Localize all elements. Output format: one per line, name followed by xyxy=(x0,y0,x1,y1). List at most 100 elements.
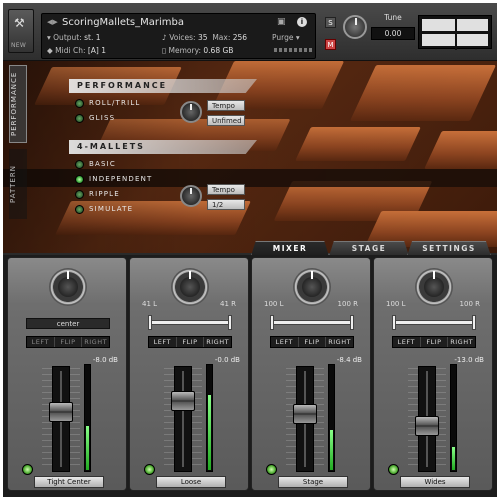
stereo-width-slider[interactable] xyxy=(270,315,354,331)
voices-field: ♪ Voices: 35 Max: 256 xyxy=(162,33,248,42)
solo-button[interactable]: S xyxy=(325,17,336,28)
pan-right-label: 100 R xyxy=(337,300,358,308)
channel-enable-led[interactable] xyxy=(388,464,399,475)
led-icon xyxy=(75,114,84,123)
pan-left-label: 100 L xyxy=(264,300,284,308)
option-gliss[interactable]: GLISS xyxy=(75,113,115,124)
flip-button[interactable]: FLIP xyxy=(177,337,205,347)
volume-fader-handle[interactable] xyxy=(171,391,195,412)
led-icon xyxy=(75,160,84,169)
purge-dropdown[interactable]: Purge ▾ xyxy=(272,33,300,42)
midi-icon: ◆ xyxy=(47,46,53,55)
right-button[interactable]: RIGHT xyxy=(448,337,475,347)
pan-left-label: 100 L xyxy=(386,300,406,308)
option-simulate[interactable]: SIMULATE xyxy=(75,204,133,215)
tab-mixer[interactable]: MIXER xyxy=(251,241,329,256)
left-button[interactable]: LEFT xyxy=(393,337,421,347)
info-icon[interactable]: i xyxy=(297,17,307,27)
memory-field: ▯ Memory: 0.68 GB xyxy=(162,46,234,55)
tab-stage[interactable]: STAGE xyxy=(329,241,409,256)
pan-left-label: 41 L xyxy=(142,300,158,308)
channel-name[interactable]: Loose xyxy=(156,476,226,488)
width-handle-left[interactable] xyxy=(270,315,274,330)
flip-button[interactable]: FLIP xyxy=(421,337,449,347)
channel-enable-led[interactable] xyxy=(266,464,277,475)
mallets-division-select[interactable]: 1/2 xyxy=(207,199,245,210)
pan-right-label: 41 R xyxy=(220,300,236,308)
pan-knob-cap xyxy=(58,277,78,297)
left-flip-right-selector: LEFT FLIP RIGHT xyxy=(392,336,476,348)
volume-fader-handle[interactable] xyxy=(49,402,73,422)
stereo-width-slider[interactable] xyxy=(148,315,232,331)
tool-label: NEW xyxy=(11,42,27,49)
width-handle-right[interactable] xyxy=(472,315,476,330)
pan-knob[interactable] xyxy=(49,268,87,306)
volume-fader-track[interactable] xyxy=(174,366,192,472)
option-ripple[interactable]: RIPPLE xyxy=(75,189,120,200)
channel-name[interactable]: Stage xyxy=(278,476,348,488)
tune-value[interactable]: 0.00 xyxy=(371,27,415,40)
width-handle-left[interactable] xyxy=(148,315,152,330)
db-readout: -13.0 dB xyxy=(454,356,484,364)
led-icon xyxy=(75,205,84,214)
mallets-tempo-select[interactable]: Tempo xyxy=(207,184,245,195)
output-arrow-icon: ▾ xyxy=(47,33,51,42)
instrument-panel: ⚒ NEW ◀▶ ScoringMallets_Marimba ▾ Output… xyxy=(3,3,497,497)
side-tabs: PERFORMANCE PATTERN xyxy=(9,65,27,219)
channel-name[interactable]: Wides xyxy=(400,476,470,488)
mute-button[interactable]: M xyxy=(325,39,336,50)
pan-center-display: center xyxy=(26,318,110,329)
stereo-width-slider[interactable] xyxy=(392,315,476,331)
channel-strip: 100 L 100 R LEFT FLIP RIGHT -13.0 dB Wides xyxy=(373,257,493,491)
midi-channel-field[interactable]: ◆ Midi Ch: [A] 1 xyxy=(47,46,106,55)
channel-enable-led[interactable] xyxy=(22,464,33,475)
pan-knob-cap xyxy=(302,277,322,297)
pan-knob-indicator xyxy=(67,271,69,279)
volume-fader-handle[interactable] xyxy=(293,403,317,424)
option-basic[interactable]: BASIC xyxy=(75,159,116,170)
pan-knob-cap xyxy=(180,277,200,297)
width-handle-left[interactable] xyxy=(392,315,396,330)
channel-enable-led[interactable] xyxy=(144,464,155,475)
instrument-info-box: ◀▶ ScoringMallets_Marimba ▾ Output: st. … xyxy=(41,13,316,59)
left-button[interactable]: LEFT xyxy=(149,337,177,347)
pan-knob[interactable] xyxy=(293,268,331,306)
output-field[interactable]: ▾ Output: st. 1 xyxy=(47,33,101,42)
flip-button[interactable]: FLIP xyxy=(299,337,327,347)
performance-knob[interactable] xyxy=(180,101,202,123)
camera-icon[interactable]: ▣ xyxy=(277,17,286,27)
flip-button[interactable]: FLIP xyxy=(55,337,83,347)
tab-settings[interactable]: SETTINGS xyxy=(407,241,491,256)
pan-knob[interactable] xyxy=(171,268,209,306)
option-independent[interactable]: INDEPENDENT xyxy=(75,174,153,185)
left-button[interactable]: LEFT xyxy=(27,337,55,347)
voices-icon: ♪ xyxy=(162,33,167,42)
channel-strip: center LEFT FLIP RIGHT -8.0 dB Tight Center xyxy=(7,257,127,491)
instrument-name[interactable]: ScoringMallets_Marimba xyxy=(62,17,184,28)
volume-fader-handle[interactable] xyxy=(415,415,439,436)
tune-knob[interactable] xyxy=(343,15,367,39)
pan-knob[interactable] xyxy=(415,268,453,306)
tool-button[interactable]: ⚒ NEW xyxy=(8,9,34,53)
mallets-knob[interactable] xyxy=(180,185,202,207)
led-icon xyxy=(75,175,84,184)
option-roll-trill[interactable]: ROLL/TRILL xyxy=(75,98,141,109)
instrument-nav-arrows-icon[interactable]: ◀▶ xyxy=(47,18,58,26)
level-meter xyxy=(206,364,213,472)
width-handle-right[interactable] xyxy=(228,315,232,330)
tab-performance[interactable]: PERFORMANCE xyxy=(9,65,27,143)
right-button[interactable]: RIGHT xyxy=(82,337,109,347)
wrench-icon: ⚒ xyxy=(14,16,25,30)
right-button[interactable]: RIGHT xyxy=(326,337,353,347)
tab-pattern[interactable]: PATTERN xyxy=(9,149,27,219)
meter-divider xyxy=(455,16,457,50)
performance-tempo-select[interactable]: Tempo xyxy=(207,100,245,111)
left-button[interactable]: LEFT xyxy=(271,337,299,347)
right-button[interactable]: RIGHT xyxy=(204,337,231,347)
pan-knob-cap xyxy=(424,277,444,297)
db-readout: -8.4 dB xyxy=(336,356,362,364)
performance-timing-select[interactable]: Unfimed xyxy=(207,115,245,126)
width-track xyxy=(392,320,476,325)
width-handle-right[interactable] xyxy=(350,315,354,330)
channel-name[interactable]: Tight Center xyxy=(34,476,104,488)
